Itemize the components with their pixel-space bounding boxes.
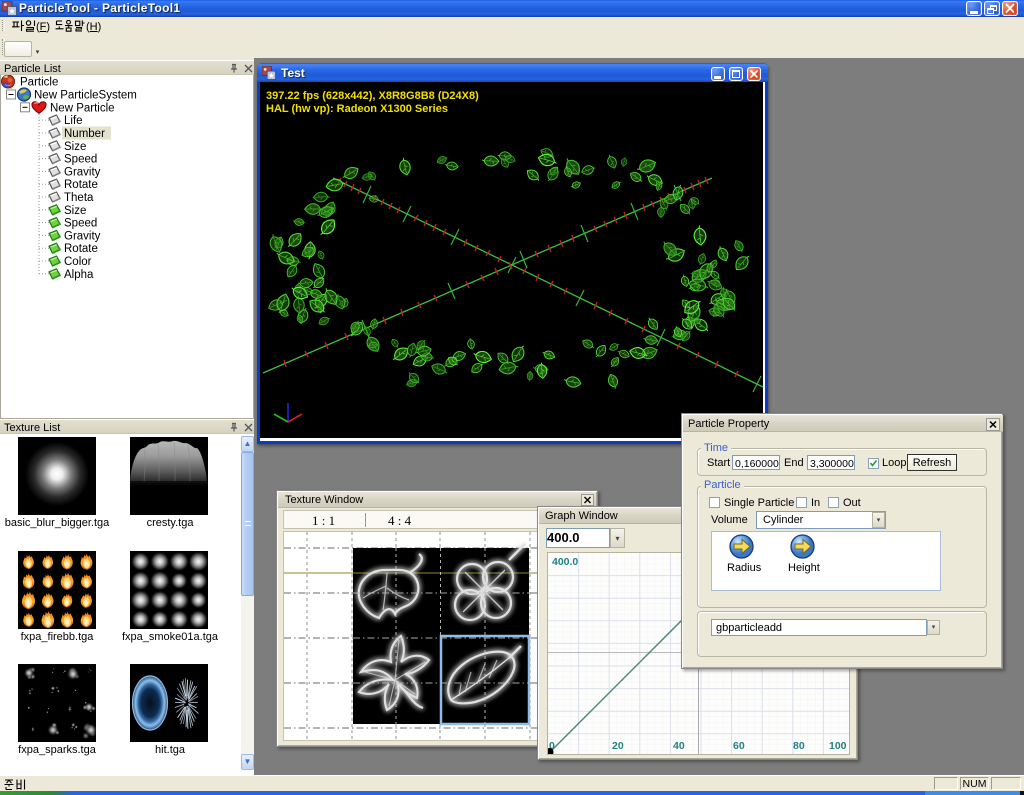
svg-text:Speed: Speed	[64, 218, 97, 230]
svg-text:Number: Number	[64, 128, 105, 140]
svg-text:Speed: Speed	[64, 154, 97, 166]
svg-text:Particle: Particle	[20, 77, 58, 89]
svg-text:20: 20	[612, 740, 624, 752]
svg-text:Alpha: Alpha	[64, 269, 94, 281]
svg-text:Life: Life	[64, 115, 83, 127]
svg-text:New ParticleSystem: New ParticleSystem	[34, 90, 137, 102]
svg-text:Rotate: Rotate	[64, 243, 98, 255]
svg-text:60: 60	[733, 740, 745, 752]
svg-text:Gravity: Gravity	[64, 230, 101, 242]
svg-text:80: 80	[793, 740, 805, 752]
svg-text:Size: Size	[64, 205, 86, 217]
svg-text:Theta: Theta	[64, 192, 94, 204]
svg-text:Color: Color	[64, 256, 92, 268]
svg-text:100: 100	[829, 740, 847, 752]
svg-text:Size: Size	[64, 141, 86, 153]
svg-text:400.0: 400.0	[552, 556, 578, 568]
svg-text:Gravity: Gravity	[64, 166, 101, 178]
svg-text:Rotate: Rotate	[64, 179, 98, 191]
svg-text:40: 40	[673, 740, 685, 752]
svg-text:New Particle: New Particle	[50, 102, 115, 114]
